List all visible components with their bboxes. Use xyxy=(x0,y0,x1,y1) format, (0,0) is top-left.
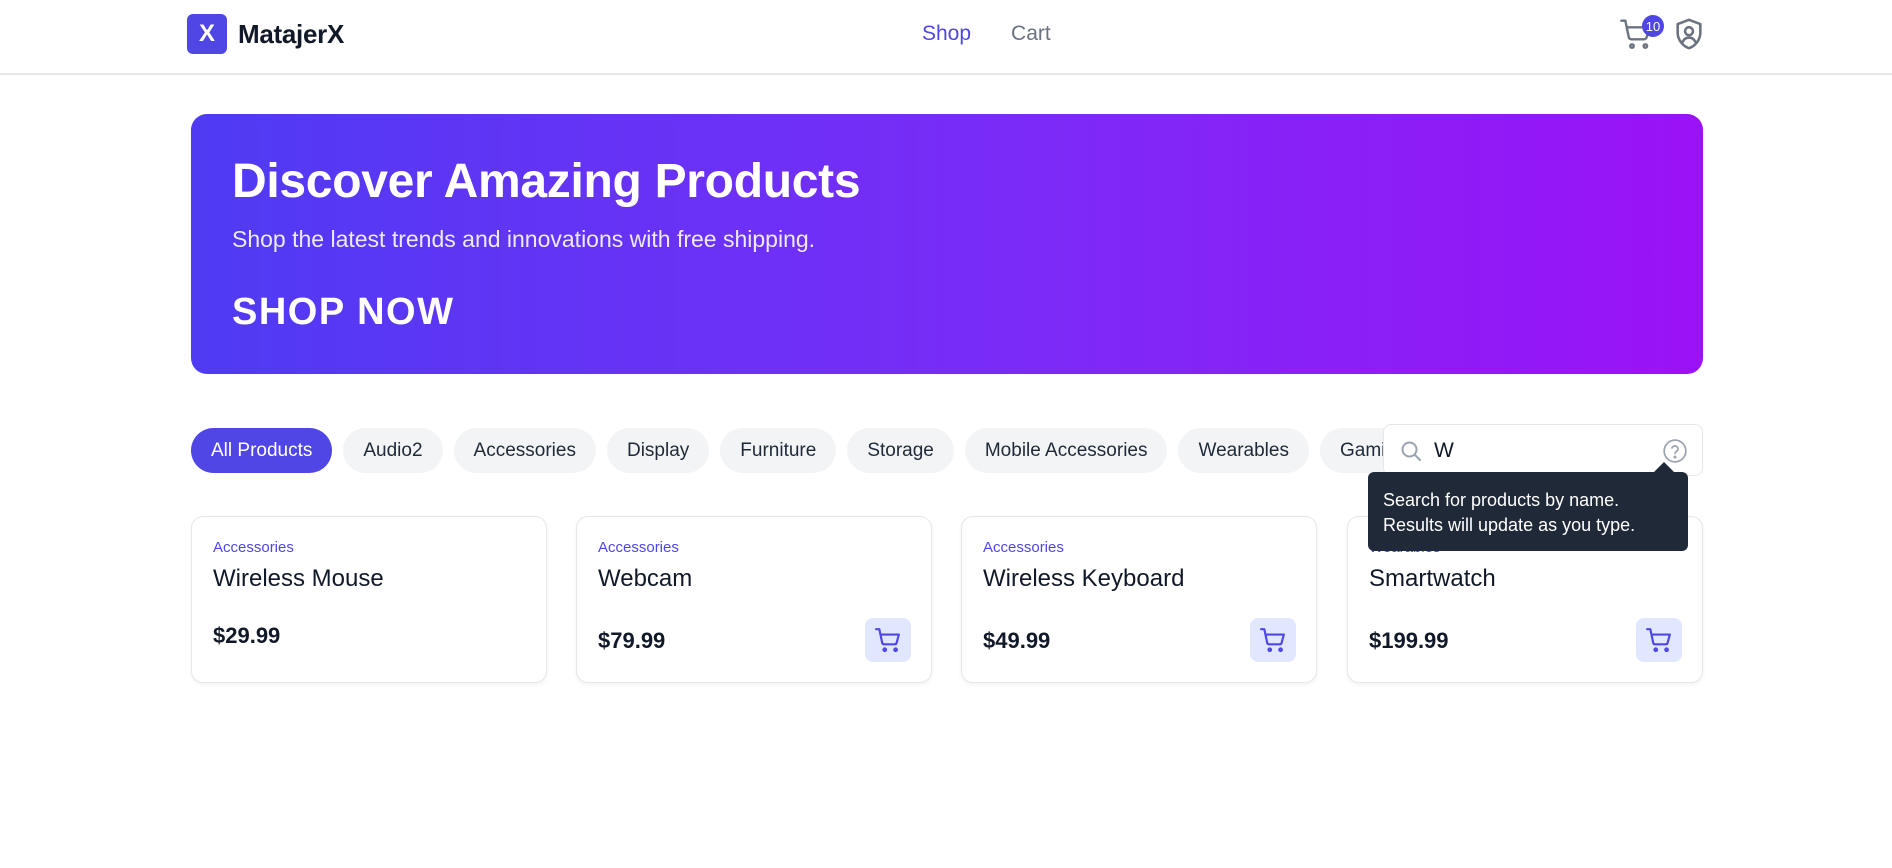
search-help-tooltip: Search for products by name. Results wil… xyxy=(1368,462,1688,551)
brand-name: MatajerX xyxy=(238,18,344,49)
help-circle-icon[interactable] xyxy=(1662,438,1688,464)
add-to-cart-button[interactable] xyxy=(1636,618,1682,662)
product-card[interactable]: Accessories Wireless Keyboard $49.99 xyxy=(961,516,1317,683)
product-name: Wireless Mouse xyxy=(213,565,384,592)
hero-title: Discover Amazing Products xyxy=(232,155,861,208)
filter-wearables[interactable]: Wearables xyxy=(1178,428,1309,473)
account-button[interactable] xyxy=(1672,16,1708,54)
product-name: Wireless Keyboard xyxy=(983,565,1185,592)
logo-badge: X xyxy=(187,14,227,54)
product-card[interactable]: Accessories Wireless Mouse $29.99 xyxy=(191,516,547,683)
filter-furniture[interactable]: Furniture xyxy=(720,428,837,473)
filter-display[interactable]: Display xyxy=(606,428,710,473)
nav-cart[interactable]: Cart xyxy=(1011,22,1051,46)
add-to-cart-button[interactable] xyxy=(1250,618,1296,662)
product-card[interactable]: Accessories Webcam $79.99 xyxy=(576,516,932,683)
product-category: Accessories xyxy=(983,539,1064,556)
filter-mobile-accessories[interactable]: Mobile Accessories xyxy=(964,428,1168,473)
hero-banner: Discover Amazing Products Shop the lates… xyxy=(191,114,1703,374)
search-icon xyxy=(1401,441,1421,461)
product-price: $199.99 xyxy=(1369,628,1449,653)
filter-storage[interactable]: Storage xyxy=(847,428,954,473)
product-price: $79.99 xyxy=(598,628,666,653)
header-actions: 10 xyxy=(1620,15,1708,54)
product-category: Accessories xyxy=(213,539,294,556)
filter-audio2[interactable]: Audio2 xyxy=(343,428,443,473)
top-header: X MatajerX Shop Cart 10 xyxy=(0,0,1892,75)
category-filters: All Products Audio2 Accessories Display … xyxy=(191,428,1427,473)
shield-user-icon xyxy=(1676,18,1702,50)
add-to-cart-button[interactable] xyxy=(865,618,911,662)
nav-shop[interactable]: Shop xyxy=(922,22,971,46)
shop-now-label: SHOP NOW xyxy=(232,291,455,333)
product-price: $49.99 xyxy=(983,628,1051,653)
cart-icon xyxy=(1260,628,1285,653)
product-name: Smartwatch xyxy=(1369,565,1496,592)
product-name: Webcam xyxy=(598,565,693,592)
product-price: $29.99 xyxy=(213,623,281,648)
filter-all-products[interactable]: All Products xyxy=(191,428,333,473)
shop-now-button[interactable]: SHOP NOW xyxy=(232,290,455,334)
cart-icon xyxy=(1646,628,1671,653)
brand-logo[interactable]: X MatajerX xyxy=(187,14,344,54)
main-nav: Shop Cart xyxy=(922,22,1051,46)
filter-accessories[interactable]: Accessories xyxy=(453,428,596,473)
hero-subtitle: Shop the latest trends and innovations w… xyxy=(232,226,816,252)
product-category: Accessories xyxy=(598,539,679,556)
cart-button[interactable]: 10 xyxy=(1620,15,1664,53)
cart-count-badge: 10 xyxy=(1642,15,1664,37)
search-input[interactable] xyxy=(1434,435,1649,467)
cart-icon xyxy=(875,628,900,653)
